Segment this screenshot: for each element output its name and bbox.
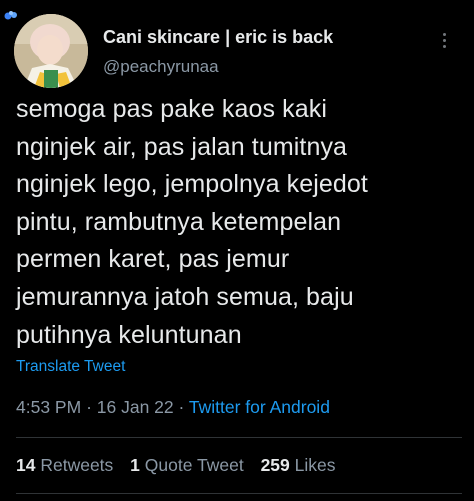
- likes-stat[interactable]: 259 Likes: [261, 455, 336, 475]
- retweets-count: 14: [16, 455, 36, 475]
- translate-tweet-link[interactable]: Translate Tweet: [16, 358, 125, 376]
- tweet-date[interactable]: 16 Jan 22: [97, 397, 174, 417]
- likes-count: 259: [260, 455, 290, 475]
- meta-separator: ·: [86, 397, 92, 417]
- retweets-label: Retweets: [40, 455, 114, 475]
- quote-count: 1: [130, 455, 140, 475]
- tweet-meta: 4:53 PM · 16 Jan 22 · Twitter for Androi…: [16, 397, 330, 418]
- tweet-header: Cani skincare | eric is back @peachyruna…: [14, 14, 460, 92]
- meta-separator: ·: [178, 397, 185, 417]
- tweet-time[interactable]: 4:53 PM: [16, 397, 81, 417]
- tweet-text: semoga pas pake kaos kaki nginjek air, p…: [16, 95, 368, 349]
- more-options-icon[interactable]: [432, 28, 456, 52]
- user-handle[interactable]: @peachyrunaa: [103, 57, 219, 77]
- divider: [16, 437, 462, 438]
- display-name[interactable]: Cani skincare | eric is back: [103, 27, 333, 48]
- avatar-photo-icon: [14, 14, 88, 88]
- tweet-stats: 14 Retweets 1 Quote Tweet 259 Likes: [16, 455, 348, 476]
- retweets-stat[interactable]: 14 Retweets: [16, 455, 113, 475]
- likes-label: Likes: [294, 455, 336, 475]
- quote-label: Quote Tweet: [144, 455, 244, 475]
- quote-tweets-stat[interactable]: 1 Quote Tweet: [130, 455, 244, 475]
- tweet-card: Cani skincare | eric is back @peachyruna…: [0, 0, 474, 501]
- tweet-source-link[interactable]: Twitter for Android: [189, 397, 330, 417]
- divider: [16, 493, 462, 494]
- avatar[interactable]: [14, 14, 88, 88]
